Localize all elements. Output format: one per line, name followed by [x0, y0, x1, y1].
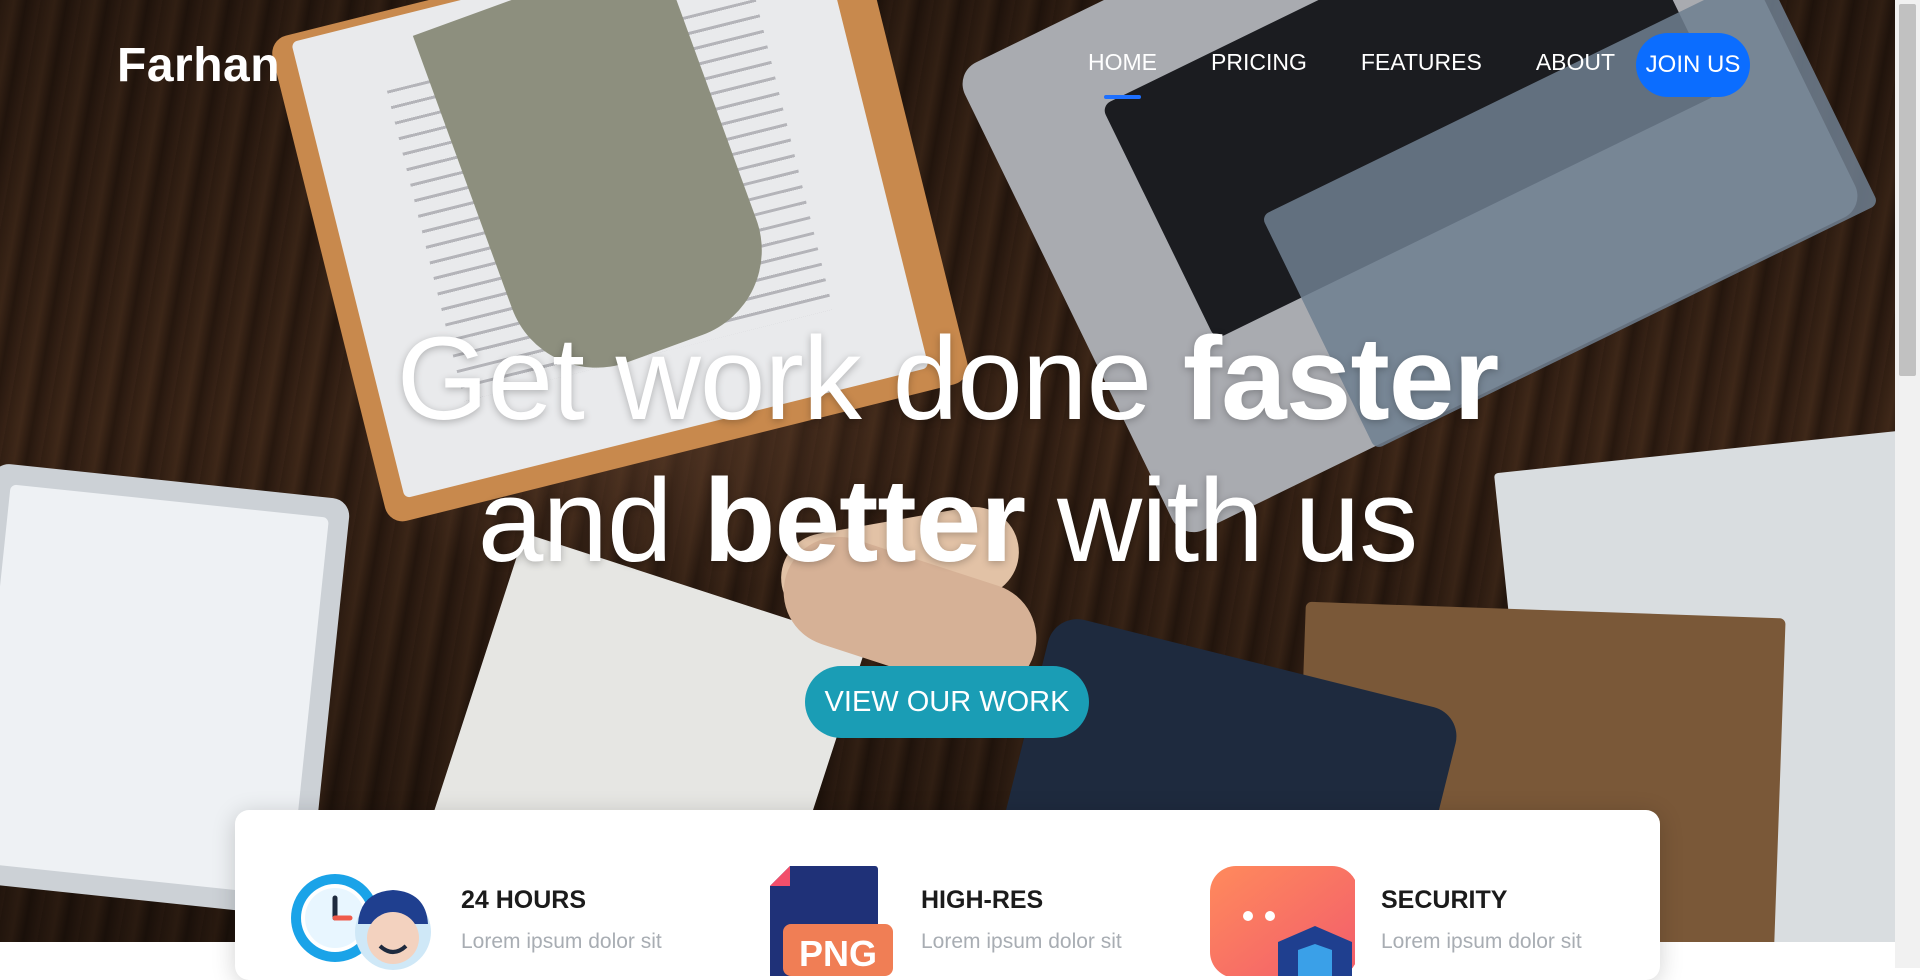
join-us-button[interactable]: JOIN US: [1636, 33, 1750, 97]
feature-title: SECURITY: [1381, 886, 1508, 914]
features-card: 24 HOURS Lorem ipsum dolor sit PNG HIGH-…: [235, 810, 1660, 980]
hero-headline-line2: and better with us: [0, 462, 1895, 580]
png-file-icon: PNG: [770, 866, 893, 976]
headline-bold-text: faster: [1182, 313, 1499, 445]
hero-headline-line1: Get work done faster: [0, 320, 1895, 438]
headline-light-text: Get work done: [396, 313, 1183, 445]
shield-lock-icon: [1210, 866, 1355, 976]
feature-title: 24 HOURS: [461, 886, 587, 914]
headline-bold-text: better: [703, 455, 1026, 587]
nav-pricing[interactable]: PRICING: [1211, 49, 1307, 76]
nav-about[interactable]: ABOUT: [1536, 49, 1615, 76]
feature-description: Lorem ipsum dolor sit: [461, 930, 662, 953]
brand-logo[interactable]: Farhan: [117, 38, 280, 93]
view-our-work-button[interactable]: VIEW OUR WORK: [805, 666, 1089, 738]
feature-title: HIGH-RES: [921, 886, 1044, 914]
nav-features[interactable]: FEATURES: [1361, 49, 1482, 76]
feature-description: Lorem ipsum dolor sit: [921, 930, 1122, 953]
feature-description: Lorem ipsum dolor sit: [1381, 930, 1582, 953]
headline-light-text: with us: [1025, 455, 1418, 587]
main-nav: HOME PRICING FEATURES ABOUT: [1088, 49, 1669, 99]
nav-home[interactable]: HOME: [1088, 49, 1157, 99]
clock-support-icon: [291, 874, 431, 970]
headline-light-text: and: [477, 455, 704, 587]
vertical-scrollbar-thumb[interactable]: [1899, 4, 1916, 376]
